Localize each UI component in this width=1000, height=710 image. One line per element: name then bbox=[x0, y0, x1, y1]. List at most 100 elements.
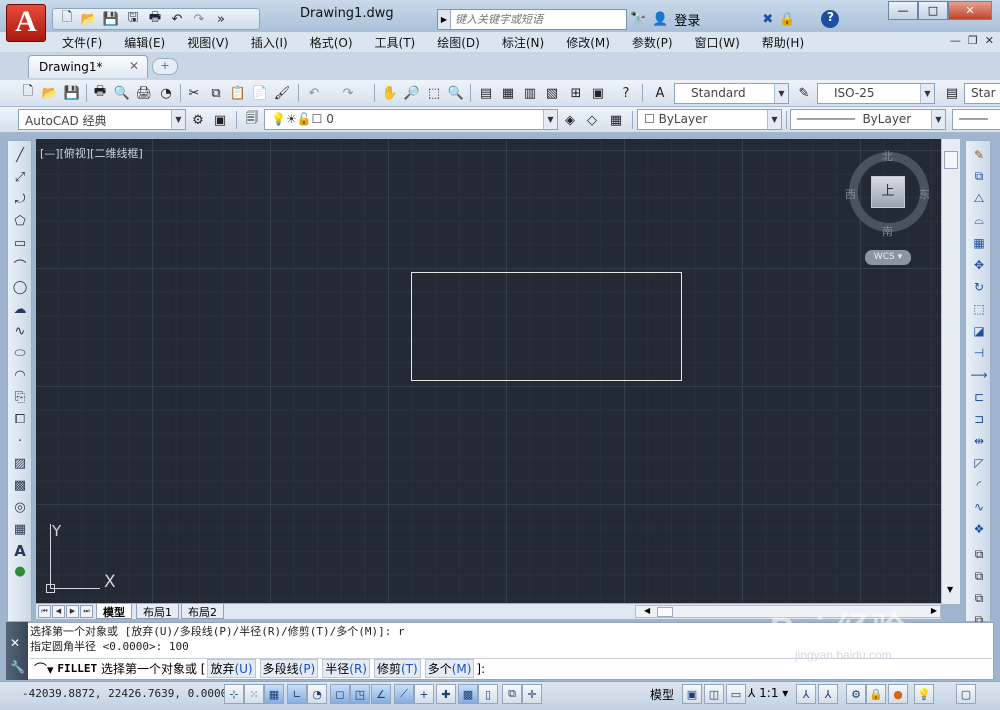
layer-combo[interactable]: 💡☀🔓☐ 0 ▼ bbox=[264, 109, 558, 130]
quick-properties-icon[interactable]: ▯ bbox=[478, 684, 498, 704]
insert-block-icon[interactable]: ⎘ bbox=[10, 387, 30, 407]
lineweight-combo[interactable]: ──── bbox=[952, 109, 1000, 130]
line-icon[interactable]: ╱ bbox=[10, 145, 30, 165]
option-radius[interactable]: 半径(R) bbox=[322, 659, 370, 678]
construction-line-icon[interactable]: ⤢ bbox=[10, 167, 30, 187]
new-tab-button[interactable]: + bbox=[152, 58, 178, 75]
calculator-icon[interactable]: ▣ bbox=[588, 83, 608, 103]
print-icon[interactable]: 🖶 bbox=[90, 83, 110, 103]
sun-icon[interactable]: ☀ bbox=[286, 112, 297, 126]
snap-mode-icon[interactable]: ⁙ bbox=[244, 684, 264, 704]
annotation-monitor-icon[interactable]: ✛ bbox=[522, 684, 542, 704]
hardware-acceleration-icon[interactable]: ● bbox=[888, 684, 908, 704]
close-command-line-icon[interactable]: ✕ bbox=[10, 636, 20, 650]
dim-style-combo[interactable]: ISO-25 ▼ bbox=[817, 83, 935, 104]
undo-icon[interactable]: ↶ bbox=[304, 83, 324, 103]
lock-icon[interactable]: 🔒 bbox=[779, 12, 795, 27]
multiline-text-icon[interactable]: A bbox=[10, 541, 30, 561]
layer-lock-icon[interactable]: 🔓 bbox=[297, 112, 312, 126]
drawing-canvas[interactable]: [—][俯视][二维线框] 上 北 南 东 西 WCS ▾ Y X bbox=[36, 139, 941, 604]
more-icon[interactable]: » bbox=[211, 10, 231, 28]
menu-insert[interactable]: 插入(I) bbox=[251, 34, 288, 51]
erase-icon[interactable]: ✎ bbox=[969, 145, 989, 164]
trim-icon[interactable]: ⊣ bbox=[969, 343, 989, 362]
ellipse-icon[interactable]: ⬭ bbox=[10, 343, 30, 363]
horizontal-scroll-thumb[interactable] bbox=[657, 607, 673, 617]
offset-icon[interactable]: ⌓ bbox=[969, 211, 989, 230]
stretch-icon[interactable]: ◪ bbox=[969, 321, 989, 340]
chamfer-icon[interactable]: ◸ bbox=[969, 453, 989, 472]
save-icon[interactable]: 💾 bbox=[101, 10, 121, 28]
compass-north[interactable]: 北 bbox=[882, 148, 893, 164]
object-snap-icon[interactable]: ◻ bbox=[330, 684, 350, 704]
hatch-icon[interactable]: ▨ bbox=[10, 453, 30, 473]
close-tab-icon[interactable]: ✕ bbox=[129, 59, 139, 73]
fillet-icon[interactable]: ◜ bbox=[969, 475, 989, 494]
3d-object-snap-icon[interactable]: ◳ bbox=[350, 684, 370, 704]
gradient-icon[interactable]: ▩ bbox=[10, 475, 30, 495]
isolate-objects-icon[interactable]: 💡 bbox=[914, 684, 934, 704]
save-as-icon[interactable]: 🖫 bbox=[123, 10, 143, 28]
chevron-down-icon[interactable]: ▼ bbox=[920, 84, 934, 103]
document-tab-drawing1[interactable]: Drawing1* ✕ bbox=[28, 55, 148, 78]
help-icon[interactable]: ? bbox=[616, 83, 636, 103]
scale-icon[interactable]: ⬚ bbox=[969, 299, 989, 318]
pan-icon[interactable]: ✋ bbox=[380, 83, 400, 103]
workspace-combo[interactable]: AutoCAD 经典 ▼ bbox=[18, 109, 186, 130]
layer-previous-icon[interactable]: ◇ bbox=[582, 110, 602, 130]
zoom-realtime-icon[interactable]: 🔎 bbox=[402, 83, 422, 103]
chevron-down-icon[interactable]: ▼ bbox=[931, 110, 945, 129]
pan-status-icon[interactable]: ▭ bbox=[726, 684, 746, 704]
model-space-button[interactable]: 模型 bbox=[650, 686, 674, 703]
draworder-front-icon[interactable]: ⧉ bbox=[969, 545, 989, 564]
make-block-icon[interactable]: ⧠ bbox=[10, 409, 30, 429]
document-window-controls[interactable]: — ❐ ✕ bbox=[950, 34, 994, 47]
option-undo[interactable]: 放弃(U) bbox=[207, 659, 256, 678]
option-multiple[interactable]: 多个(M) bbox=[424, 659, 475, 678]
search-input[interactable] bbox=[451, 12, 621, 27]
copy-icon[interactable]: ⧉ bbox=[206, 83, 226, 103]
login-label[interactable]: 登录 bbox=[674, 10, 700, 29]
new-icon[interactable]: 🗋 bbox=[18, 83, 38, 103]
scroll-left-icon[interactable]: ◀ bbox=[644, 606, 650, 615]
rotate-icon[interactable]: ↻ bbox=[969, 277, 989, 296]
open-icon[interactable]: 📂 bbox=[79, 10, 99, 28]
explode-icon[interactable]: ❖ bbox=[969, 519, 989, 538]
save-icon[interactable]: 💾 bbox=[62, 83, 82, 103]
break-icon[interactable]: ⊐ bbox=[969, 409, 989, 428]
dynamic-ucs-icon[interactable]: ⟋ bbox=[394, 684, 414, 704]
bulb-icon[interactable]: 💡 bbox=[271, 112, 286, 126]
ortho-mode-icon[interactable]: ∟ bbox=[287, 684, 307, 704]
table-icon[interactable]: ▦ bbox=[10, 519, 30, 539]
polar-tracking-icon[interactable]: ◔ bbox=[307, 684, 327, 704]
add-selected-icon[interactable]: ● bbox=[10, 561, 30, 581]
mirror-icon[interactable]: ⧍ bbox=[969, 189, 989, 208]
3d-print-icon[interactable]: ◔ bbox=[156, 83, 176, 103]
toolbar-lock-icon[interactable]: 🔒 bbox=[866, 684, 886, 704]
design-center-icon[interactable]: ▦ bbox=[498, 83, 518, 103]
vertical-scrollbar[interactable]: ▼ bbox=[941, 139, 960, 604]
arc-icon[interactable]: ⌒ bbox=[10, 255, 30, 275]
chevron-down-icon[interactable]: ▼ bbox=[171, 110, 185, 129]
join-icon[interactable]: ⇹ bbox=[969, 431, 989, 450]
properties-icon[interactable]: ▤ bbox=[476, 83, 496, 103]
tab-model[interactable]: 模型 bbox=[96, 604, 132, 619]
customize-wrench-icon[interactable]: 🔧 bbox=[10, 660, 25, 674]
search-box[interactable]: ▶ bbox=[437, 9, 627, 30]
object-snap-tracking-icon[interactable]: ∠ bbox=[371, 684, 391, 704]
break-at-point-icon[interactable]: ⊏ bbox=[969, 387, 989, 406]
markup-icon[interactable]: ⊞ bbox=[566, 83, 586, 103]
annotation-visibility-icon[interactable]: ⅄ bbox=[796, 684, 816, 704]
print-icon[interactable]: 🖶 bbox=[145, 10, 165, 28]
binoculars-icon[interactable]: 🔭 bbox=[630, 12, 646, 27]
menu-format[interactable]: 格式(O) bbox=[310, 34, 353, 51]
user-icon[interactable]: 👤 bbox=[652, 12, 668, 27]
quick-view-layouts-icon[interactable]: ▣ bbox=[682, 684, 702, 704]
compass-east[interactable]: 东 bbox=[919, 186, 930, 202]
revision-cloud-icon[interactable]: ☁ bbox=[10, 299, 30, 319]
chevron-down-icon[interactable]: ▼ bbox=[767, 110, 781, 129]
workspace-settings-icon[interactable]: ⚙ bbox=[188, 110, 208, 130]
menu-edit[interactable]: 编辑(E) bbox=[124, 34, 165, 51]
workspace-switch-icon[interactable]: ▣ bbox=[210, 110, 230, 130]
tool-palettes-icon[interactable]: ▥ bbox=[520, 83, 540, 103]
